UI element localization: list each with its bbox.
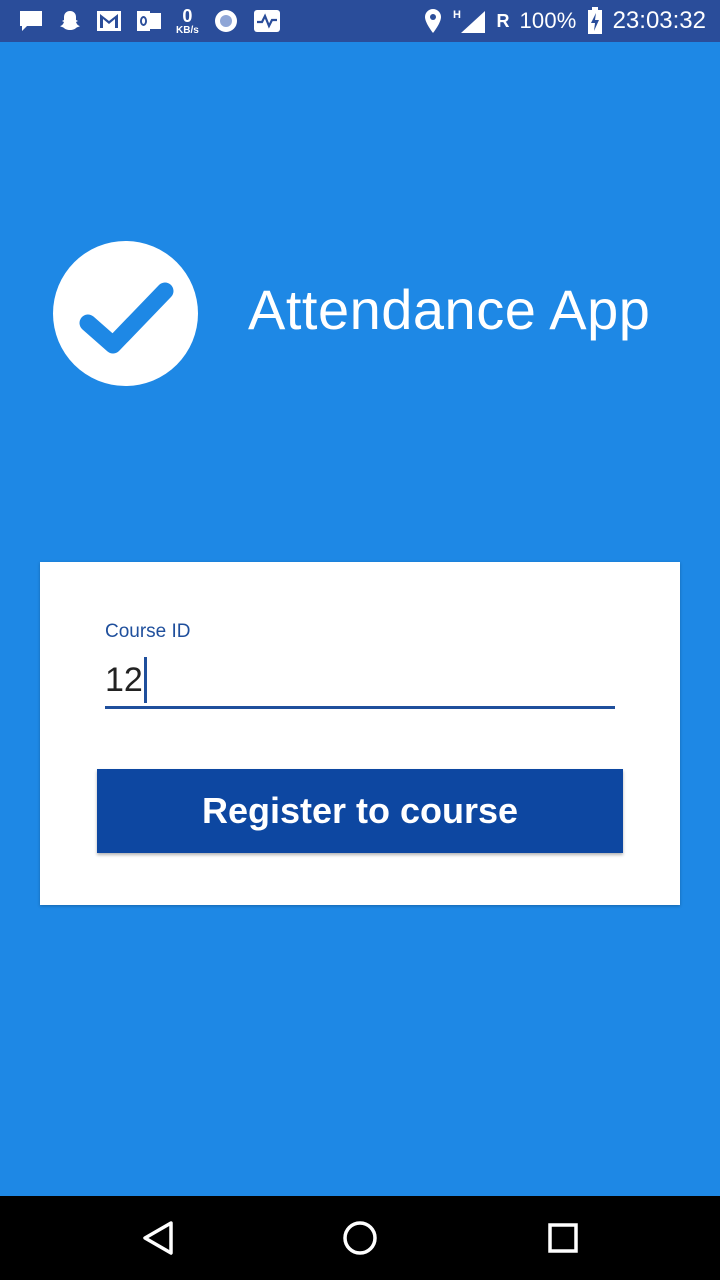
snapchat-icon bbox=[58, 9, 82, 33]
recents-icon[interactable] bbox=[541, 1216, 585, 1260]
roaming-indicator: R bbox=[496, 10, 510, 31]
text-cursor bbox=[143, 657, 147, 703]
clock: 23:03:32 bbox=[612, 7, 706, 34]
signal-icon: H bbox=[453, 7, 487, 35]
back-icon[interactable] bbox=[136, 1216, 180, 1260]
check-circle-icon bbox=[53, 241, 198, 386]
location-icon bbox=[423, 8, 443, 34]
register-button[interactable]: Register to course bbox=[97, 769, 623, 853]
app-title: Attendance App bbox=[248, 278, 651, 341]
navigation-bar bbox=[0, 1196, 720, 1280]
status-bar: 0 KB/s H R 100% 23:03:32 bbox=[0, 0, 720, 42]
home-icon[interactable] bbox=[338, 1216, 382, 1260]
signal-type: H bbox=[453, 9, 461, 21]
activity-icon bbox=[253, 9, 281, 33]
course-id-value: 12 bbox=[105, 660, 143, 699]
chat-icon bbox=[18, 9, 44, 33]
speed-unit: KB/s bbox=[176, 24, 199, 36]
notification-icons: 0 KB/s bbox=[18, 0, 295, 42]
data-speed-indicator: 0 KB/s bbox=[176, 7, 199, 36]
battery-percent: 100% bbox=[519, 8, 577, 33]
speed-value: 0 bbox=[182, 5, 193, 26]
gmail-icon bbox=[96, 10, 122, 32]
course-id-input[interactable]: 12 bbox=[105, 654, 615, 709]
course-id-label: Course ID bbox=[105, 621, 191, 642]
system-indicators: H R 100% 23:03:32 bbox=[413, 0, 706, 42]
battery-charging-icon bbox=[587, 7, 603, 35]
outlook-icon bbox=[136, 9, 162, 33]
registration-card: Course ID 12 Register to course bbox=[40, 562, 680, 905]
circle-app-icon bbox=[213, 8, 239, 34]
